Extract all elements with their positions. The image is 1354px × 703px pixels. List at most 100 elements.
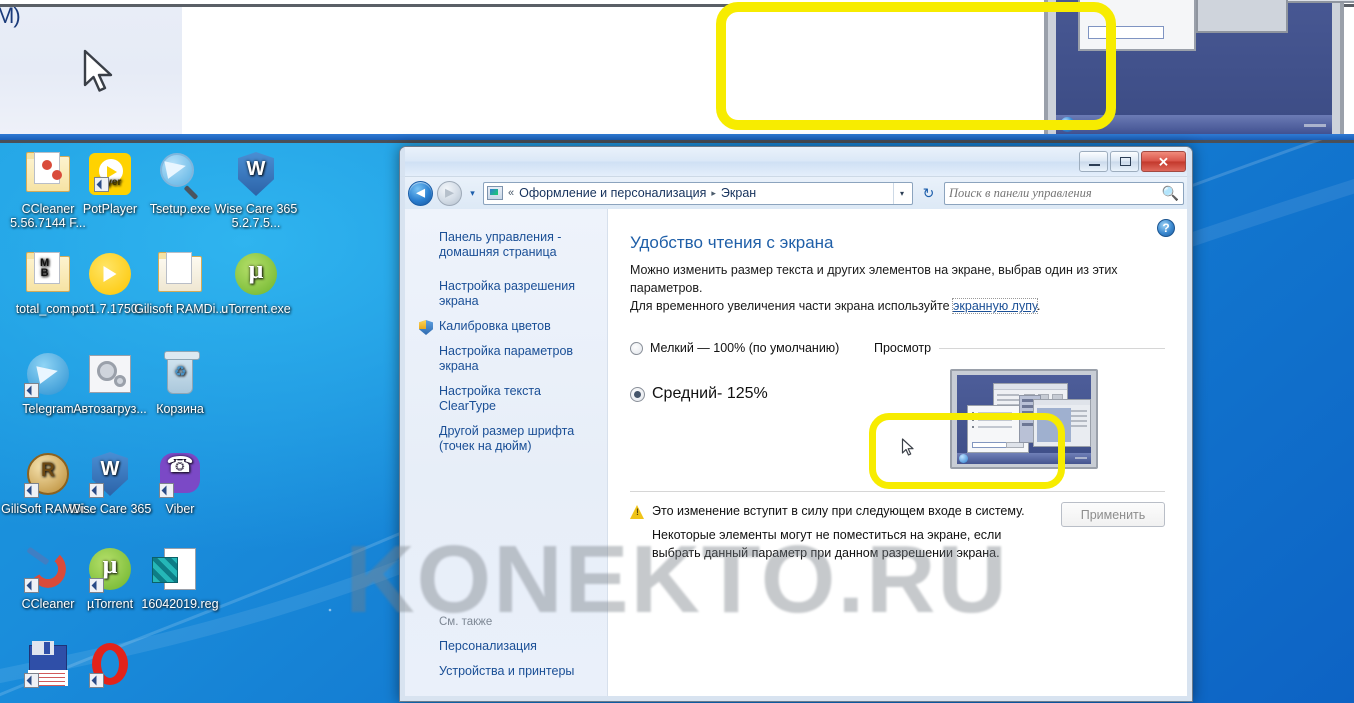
sidebar-item-cleartype[interactable]: Настройка текста ClearType (405, 379, 607, 419)
desktop-icon-label: Viber (165, 502, 195, 516)
registry-file-icon (152, 545, 204, 593)
sidebar-item-label: Настройка разрешения экрана (439, 279, 576, 308)
search-icon: 🔍 (1161, 184, 1179, 201)
gear-icon (86, 350, 134, 398)
mouse-cursor-icon (901, 438, 914, 456)
desktop-icon-opera[interactable] (62, 640, 158, 692)
page-title: Удобство чтения с экрана (630, 233, 834, 252)
taskbar-grip-icon (1304, 124, 1326, 127)
forward-arrow-icon: ► (442, 184, 457, 202)
sidebar-item-label: Калибровка цветов (439, 319, 551, 333)
breadcrumb-separator-icon: ▸ (711, 187, 716, 198)
sidebar-item-label: Другой размер шрифта (точек на дюйм) (439, 424, 575, 453)
sidebar-item-label: Настройка текста ClearType (439, 384, 541, 413)
description-line-1: Можно изменить размер текста и других эл… (630, 263, 1118, 295)
desktop-icon-wisecare-installer[interactable]: W Wise Care 365 5.2.7.5... (208, 150, 304, 230)
preview-label: Просмотр (874, 341, 932, 355)
radio-label-medium: Средний- 125% (652, 385, 768, 402)
magnifier-telegram-icon (156, 150, 204, 200)
sidebar-item-personalization[interactable]: Персонализация (405, 634, 607, 659)
control-panel-window[interactable]: ✕ ◄ ► ▾ « Оформление и персонализация ▸ … (399, 146, 1193, 702)
preview-divider (939, 347, 1165, 349)
control-panel-icon (487, 186, 503, 200)
desktop-icon-label: Wise Care 365 5.2.7.5... (214, 202, 298, 230)
sidebar-item-devices-and-printers[interactable]: Устройства и принтеры (405, 659, 607, 684)
screenshot-root: M) CCleaner 5.56.7144 F... layer PotPlay… (0, 0, 1354, 703)
breadcrumb-appearance[interactable]: Оформление и персонализация (519, 186, 706, 200)
desktop-icon-viber[interactable]: Viber (132, 450, 228, 516)
description-line-2-suffix: . (1036, 299, 1041, 313)
shield-icon: W (86, 450, 134, 498)
preview-header: Просмотр (874, 341, 1165, 355)
see-also-title: См. также (439, 616, 493, 628)
desktop-icon-reg-file[interactable]: 16042019.reg (132, 545, 228, 611)
mouse-cursor-icon (83, 49, 113, 92)
utorrent-icon: µ (232, 250, 280, 298)
zoomed-window-b (1196, 0, 1288, 33)
window-body: Панель управления - домашняя страница На… (405, 209, 1187, 696)
sidebar-item-screen-resolution[interactable]: Настройка разрешения экрана (405, 274, 607, 314)
shield-icon: W (232, 150, 280, 198)
forward-button[interactable]: ► (437, 180, 462, 206)
potplayer-icon: layer (86, 150, 134, 198)
minimize-button[interactable] (1079, 151, 1108, 172)
breadcrumb-display[interactable]: Экран (721, 186, 756, 200)
top-strip-fragment-text: M) (0, 3, 21, 28)
refresh-icon: ↻ (922, 184, 935, 201)
search-box[interactable]: 🔍 (944, 181, 1184, 205)
desktop-icon-label: 16042019.reg (141, 597, 219, 611)
sidebar-item-label: Устройства и принтеры (439, 664, 575, 678)
desktop-icon-recycle-bin[interactable]: ♻ Корзина (132, 350, 228, 416)
sidebar-item-label: Настройка параметров экрана (439, 344, 574, 373)
warning-text: Это изменение вступит в силу при следующ… (652, 504, 1036, 562)
address-dropdown-button[interactable]: ▾ (893, 182, 910, 204)
window-titlebar[interactable]: ✕ (400, 147, 1192, 177)
address-bar[interactable]: « Оформление и персонализация ▸ Экран ▾ (483, 181, 913, 205)
apply-button[interactable]: Применить (1061, 502, 1165, 527)
back-button[interactable]: ◄ (408, 180, 433, 206)
radio-option-medium[interactable]: Средний- 125% (630, 385, 862, 403)
chevron-down-icon: ▾ (899, 188, 904, 198)
navigation-bar: ◄ ► ▾ « Оформление и персонализация ▸ Эк… (400, 177, 1192, 209)
help-icon[interactable] (1157, 219, 1175, 237)
radio-button-medium[interactable] (630, 386, 645, 402)
window-control-buttons: ✕ (1079, 151, 1186, 172)
content-divider (630, 491, 1165, 492)
chevron-down-icon: ▾ (470, 187, 475, 198)
play-circle-icon (86, 250, 134, 298)
see-also-section: См. также Персонализация Устройства и пр… (405, 616, 607, 684)
magnifier-link[interactable]: экранную лупу (952, 298, 1038, 314)
maximize-button[interactable] (1110, 151, 1139, 172)
utorrent-icon: µ (86, 545, 134, 593)
scaling-radio-group: Мелкий — 100% (по умолчанию) Средний- 12… (630, 341, 862, 403)
search-input[interactable] (949, 185, 1162, 201)
warning-line-1: Это изменение вступит в силу при следующ… (652, 504, 1025, 518)
back-arrow-icon: ◄ (413, 184, 428, 202)
breadcrumb-overflow-icon[interactable]: « (508, 187, 514, 199)
warning-icon (630, 505, 645, 519)
page-description: Можно изменить размер текста и других эл… (630, 261, 1165, 315)
warning-line-2: Некоторые элементы могут не поместиться … (652, 528, 1002, 560)
sidebar-item-display-settings[interactable]: Настройка параметров экрана (405, 339, 607, 379)
radio-option-small[interactable]: Мелкий — 100% (по умолчанию) (630, 341, 862, 355)
top-zoomed-strip: M) (0, 0, 1354, 140)
folder-icon (156, 250, 204, 298)
close-button[interactable]: ✕ (1141, 151, 1186, 172)
taskbar-grip-icon (1075, 457, 1087, 459)
history-dropdown-button[interactable]: ▾ (466, 181, 479, 206)
radio-label-small: Мелкий — 100% (по умолчанию) (650, 341, 840, 355)
refresh-button[interactable]: ↻ (917, 182, 940, 205)
sidebar: Панель управления - домашняя страница На… (405, 209, 608, 696)
close-icon: ✕ (1158, 154, 1169, 169)
desktop-icon-label: uTorrent.exe (221, 302, 291, 316)
desktop-icon-utorrent-exe[interactable]: µ uTorrent.exe (208, 250, 304, 316)
warning-row: Это изменение вступит в силу при следующ… (630, 502, 1165, 562)
sidebar-item-color-calibration[interactable]: Калибровка цветов (405, 314, 607, 339)
sidebar-item-home[interactable]: Панель управления - домашняя страница (405, 225, 607, 274)
description-line-2-prefix: Для временного увеличения части экрана и… (630, 299, 954, 313)
opera-icon (86, 640, 134, 688)
sidebar-item-custom-dpi[interactable]: Другой размер шрифта (точек на дюйм) (405, 419, 607, 459)
radio-button-small[interactable] (630, 341, 643, 355)
desktop-icon-label: Корзина (156, 402, 204, 416)
shield-icon (419, 320, 433, 335)
